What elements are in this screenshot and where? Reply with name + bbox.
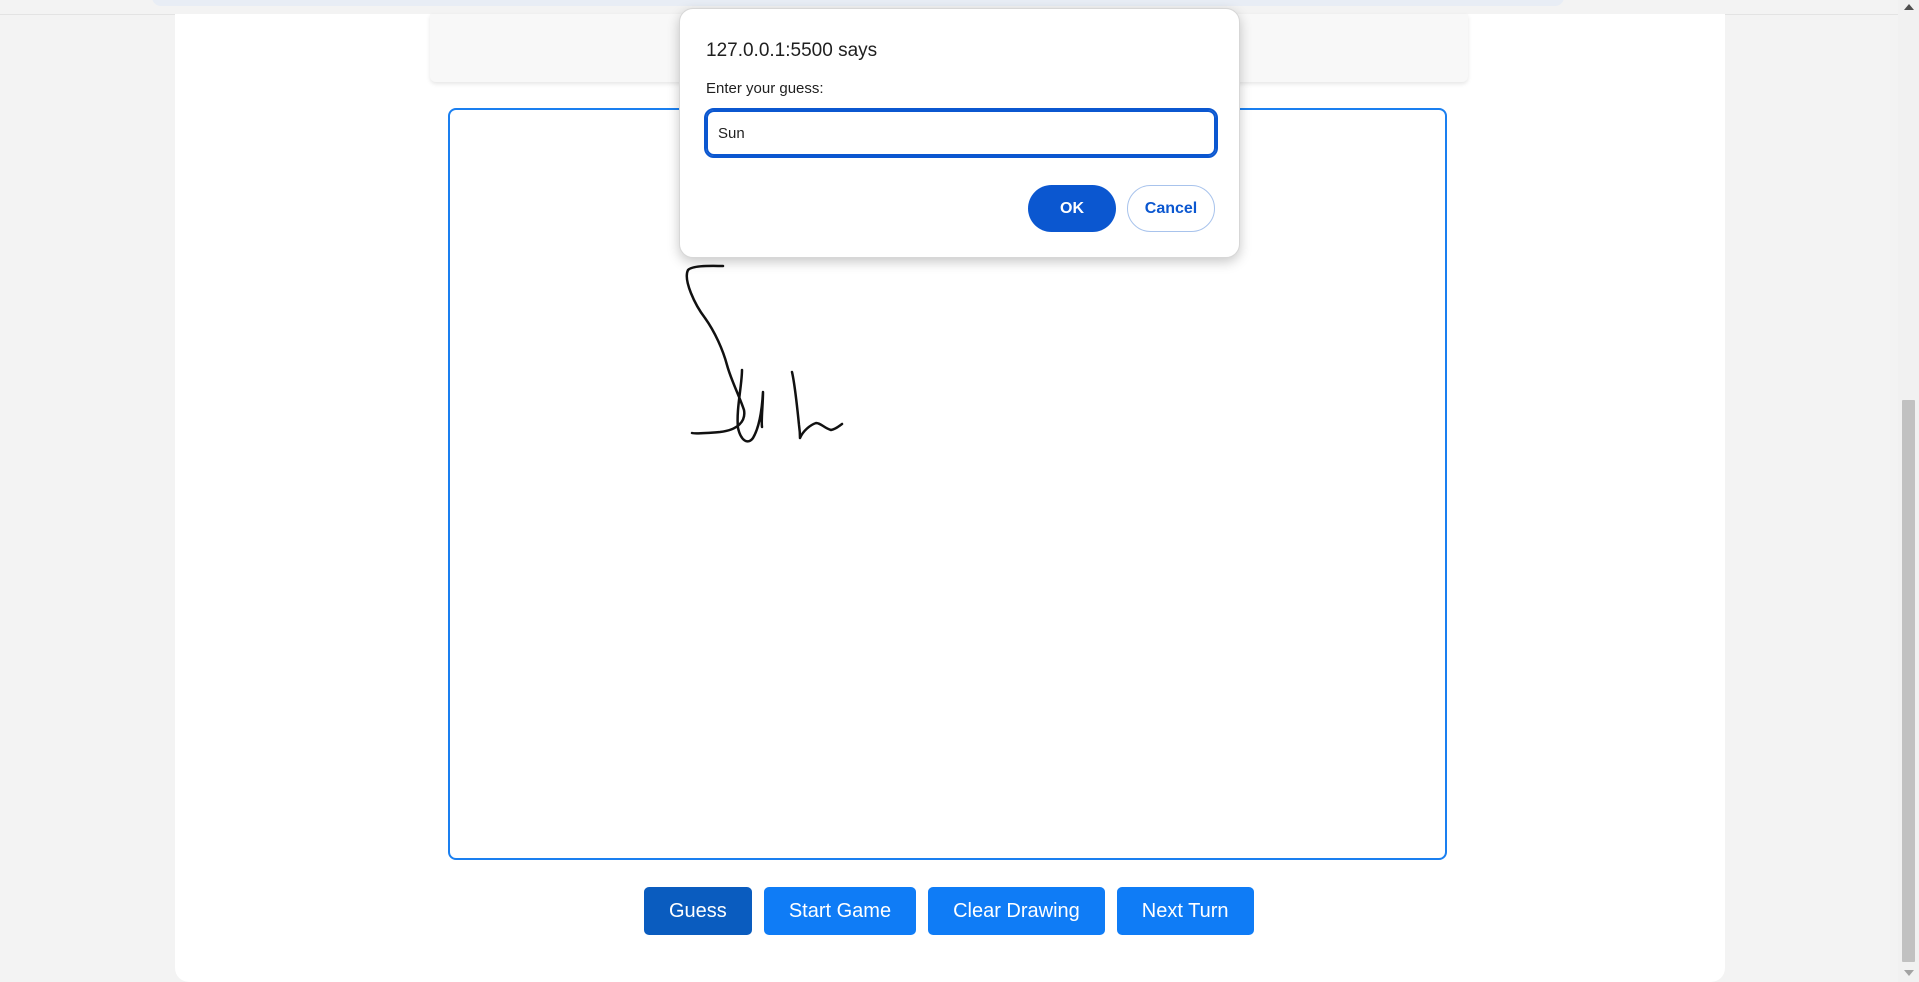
guess-input[interactable]	[704, 108, 1218, 158]
clear-drawing-button[interactable]: Clear Drawing	[928, 887, 1105, 935]
stroke-n	[790, 370, 844, 440]
browser-viewport: Guess Start Game Clear Drawing Next Turn…	[0, 0, 1919, 982]
vertical-scrollbar[interactable]	[1898, 0, 1919, 982]
next-turn-button[interactable]: Next Turn	[1116, 887, 1254, 935]
scroll-down-arrow-icon[interactable]	[1904, 970, 1914, 976]
scroll-up-arrow-icon[interactable]	[1904, 4, 1914, 10]
prompt-dialog: 127.0.0.1:5500 says Enter your guess: OK…	[679, 8, 1240, 258]
dialog-message: Enter your guess:	[706, 80, 824, 97]
top-pill	[152, 0, 1564, 6]
scroll-thumb[interactable]	[1902, 400, 1915, 962]
cancel-button[interactable]: Cancel	[1127, 185, 1215, 232]
dialog-title: 127.0.0.1:5500 says	[706, 40, 878, 61]
stroke-s	[685, 264, 746, 435]
start-game-button[interactable]: Start Game	[763, 887, 917, 935]
button-group: Guess Start Game Clear Drawing Next Turn	[644, 887, 1254, 935]
guess-button[interactable]: Guess	[644, 887, 752, 935]
ok-button[interactable]: OK	[1028, 185, 1116, 232]
